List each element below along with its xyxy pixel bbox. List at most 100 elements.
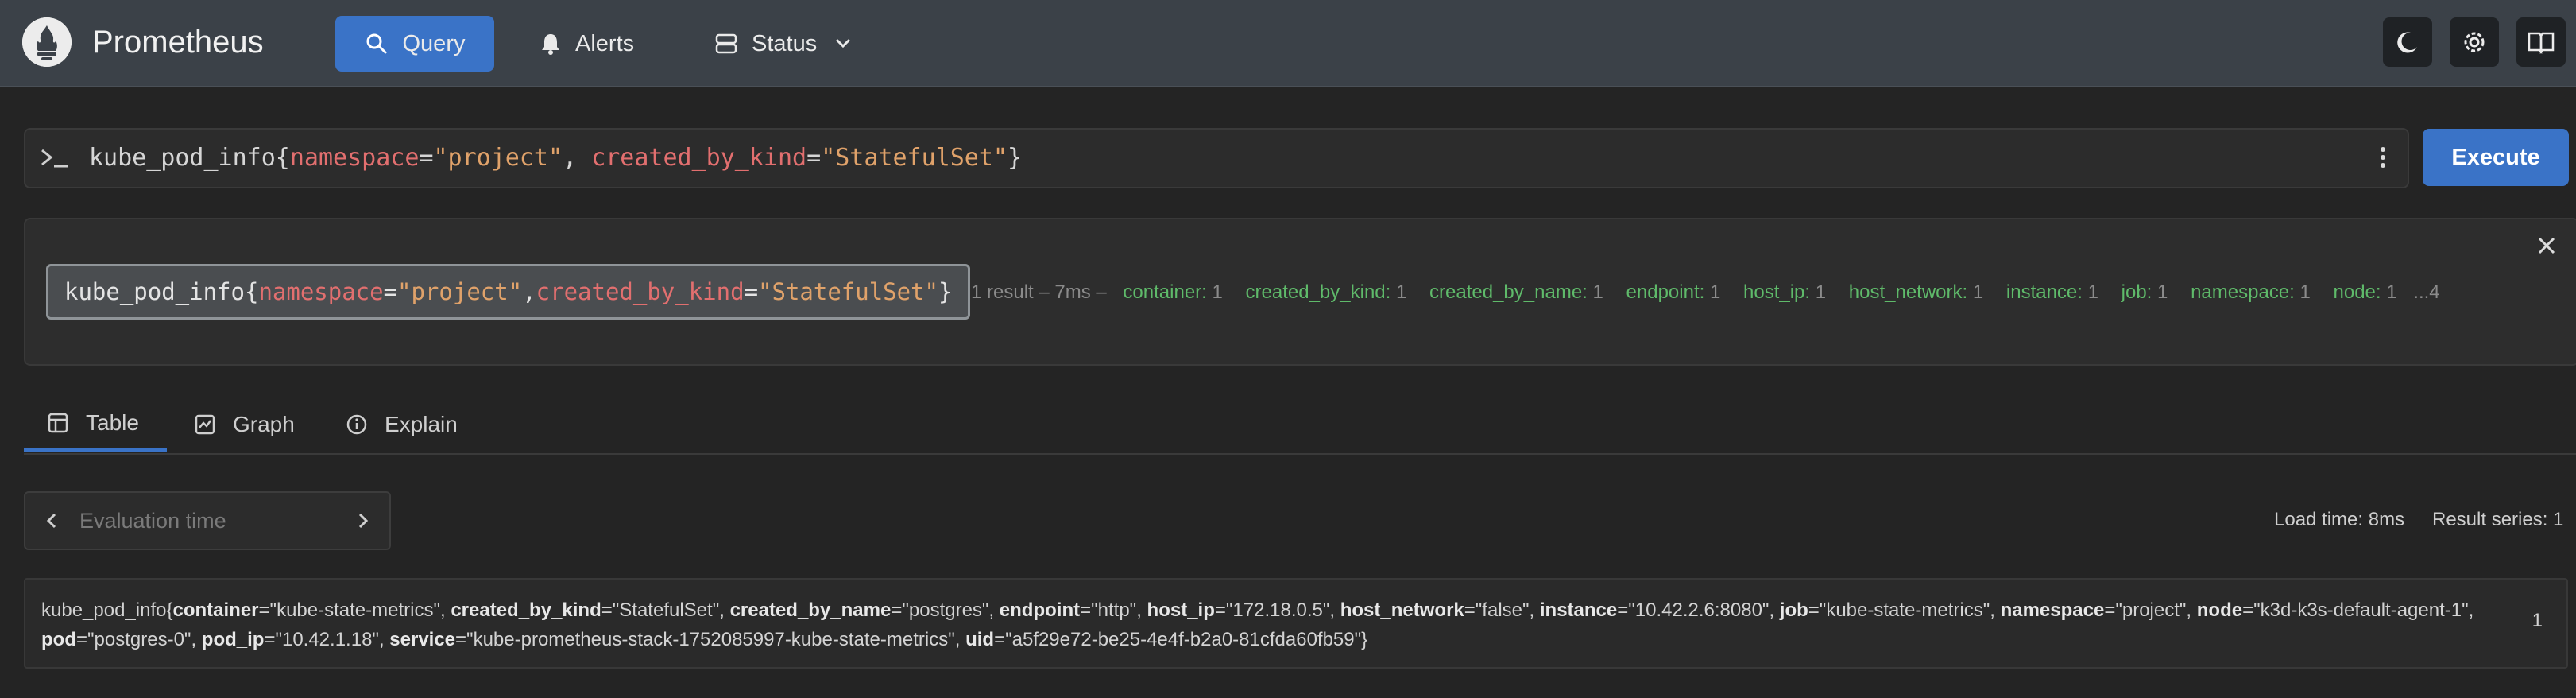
query-metric: kube_pod_info{ (89, 144, 290, 172)
nav-alerts-button[interactable]: Alerts (540, 16, 634, 72)
label-count: 1 (2087, 281, 2098, 303)
series-label-value: "StatefulSet" (612, 599, 720, 621)
theme-toggle-button[interactable] (2383, 17, 2432, 67)
series-label-value: "a5f29e72-be25-4e4f-b2a0-81cfda60fb59" (1005, 629, 1362, 650)
label-stat: namespace: (2191, 281, 2295, 303)
chevron-left-icon[interactable] (44, 512, 59, 529)
chevron-down-icon (836, 39, 850, 48)
evaluation-time-input[interactable]: Evaluation time (79, 509, 226, 533)
series-label-value: "postgres" (902, 599, 989, 621)
table-row: kube_pod_info{container="kube-state-metr… (24, 578, 2568, 669)
search-icon (366, 33, 386, 54)
series-label-key: host_ip (1147, 599, 1215, 621)
query-expression[interactable]: kube_pod_info{namespace="project", creat… (89, 144, 1022, 172)
app-title: Prometheus (92, 24, 264, 60)
label-stat: container: (1123, 281, 1207, 303)
series-metric: kube_pod_info (41, 599, 167, 621)
label-count: 1 (1815, 281, 1827, 303)
node-metric: kube_pod_info{ (64, 278, 259, 305)
label-count: 1 (1709, 281, 1721, 303)
nav-status-label: Status (752, 30, 818, 56)
series-label-value: "project" (2115, 599, 2187, 621)
node-label-value: "StatefulSet" (758, 278, 939, 305)
tab-table[interactable]: Table (24, 397, 167, 452)
settings-button[interactable] (2450, 17, 2499, 67)
nav-query-label: Query (402, 30, 466, 56)
series-label-value: "kube-state-metrics" (1819, 599, 1990, 621)
bell-icon (542, 34, 559, 55)
label-stat: job: (2121, 281, 2152, 303)
query-operator: = (806, 144, 822, 172)
evaluation-time-picker[interactable]: Evaluation time (24, 491, 391, 550)
label-count: 1 (2386, 281, 2397, 303)
series-label-value: "false" (1475, 599, 1530, 621)
table-icon (48, 413, 68, 433)
label-count: 1 (1592, 281, 1603, 303)
label-stat: created_by_kind: (1245, 281, 1391, 303)
execute-button[interactable]: Execute (2423, 129, 2569, 186)
label-stat: host_network: (1848, 281, 1968, 303)
result-summary: 1 result – 7ms – (971, 281, 1107, 303)
tab-explain[interactable]: Explain (346, 397, 458, 452)
more-options-icon[interactable] (2379, 145, 2387, 169)
nav-status-dropdown[interactable]: Status (715, 16, 852, 72)
brand[interactable]: Prometheus (22, 17, 264, 67)
label-stat: host_ip: (1743, 281, 1811, 303)
series-label-value: "k3d-k3s-default-agent-1" (2253, 599, 2469, 621)
tree-node-stats: 1 result – 7ms – container: 1 created_by… (971, 281, 2440, 304)
chevron-right-icon[interactable] (356, 512, 370, 529)
nav-query-button[interactable]: Query (335, 16, 494, 72)
gear-icon (2464, 32, 2485, 52)
series-label-value: "postgres-0" (87, 629, 191, 650)
nav-alerts-label: Alerts (575, 30, 635, 56)
docs-button[interactable] (2516, 17, 2566, 67)
series-label-value: "10.42.2.6:8080" (1628, 599, 1770, 621)
tab-graph-label: Graph (233, 412, 295, 436)
label-count: 1 (1396, 281, 1407, 303)
label-count: 1 (1212, 281, 1223, 303)
tab-explain-label: Explain (385, 412, 458, 436)
query-label-key: namespace (289, 144, 420, 172)
query-tree-panel: kube_pod_info{namespace = "project", create… (24, 218, 2576, 366)
result-tabs: Table Graph Explain (24, 397, 2576, 455)
label-stat: instance: (2005, 281, 2083, 303)
series-labels: kube_pod_info{container="kube-state-metr… (41, 599, 2474, 650)
label-count: 1 (2299, 281, 2311, 303)
series-label-key: created_by_name (729, 599, 892, 621)
chart-icon (195, 414, 215, 435)
node-separator: , (522, 278, 536, 305)
query-label-value: "StatefulSet" (821, 144, 1008, 172)
result-series-count: Result series: 1 (2432, 509, 2564, 530)
series-label-value: "10.42.1.18" (275, 629, 379, 650)
query-operator: = (419, 144, 434, 172)
info-icon (346, 414, 367, 435)
series-label-value: "kube-prometheus-stack-1752085997-kube-s… (466, 629, 955, 650)
terminal-prompt-icon (41, 149, 68, 168)
series-label-key: host_network (1340, 599, 1464, 621)
series-label-key: uid (965, 629, 995, 650)
close-icon[interactable] (2536, 235, 2557, 256)
node-label-key: namespace (258, 278, 384, 305)
tab-graph[interactable]: Graph (195, 397, 295, 452)
more-labels-indicator: ...4 (2413, 281, 2440, 303)
prometheus-logo-icon (22, 17, 72, 67)
node-label-key: created_by_kind (536, 278, 745, 305)
node-close-brace: } (938, 278, 953, 305)
query-input[interactable]: kube_pod_info{namespace="project", creat… (24, 128, 2409, 188)
server-icon (715, 33, 737, 54)
series-label-key: container (172, 599, 259, 621)
node-operator: = (383, 278, 398, 305)
series-label-key: pod (41, 629, 76, 650)
label-stat: endpoint: (1626, 281, 1705, 303)
series-label-key: job (1779, 599, 1808, 621)
series-label-value: "172.18.0.5" (1225, 599, 1330, 621)
moon-icon (2397, 32, 2417, 53)
query-close-brace: } (1008, 144, 1023, 172)
tree-node-selector[interactable]: kube_pod_info{namespace = "project", create… (46, 264, 971, 320)
series-label-value: "http" (1091, 599, 1137, 621)
book-icon (2528, 32, 2555, 55)
series-label-key: instance (1539, 599, 1618, 621)
series-label-key: created_by_kind (451, 599, 601, 621)
series-label-key: endpoint (999, 599, 1081, 621)
tab-table-label: Table (86, 410, 139, 435)
